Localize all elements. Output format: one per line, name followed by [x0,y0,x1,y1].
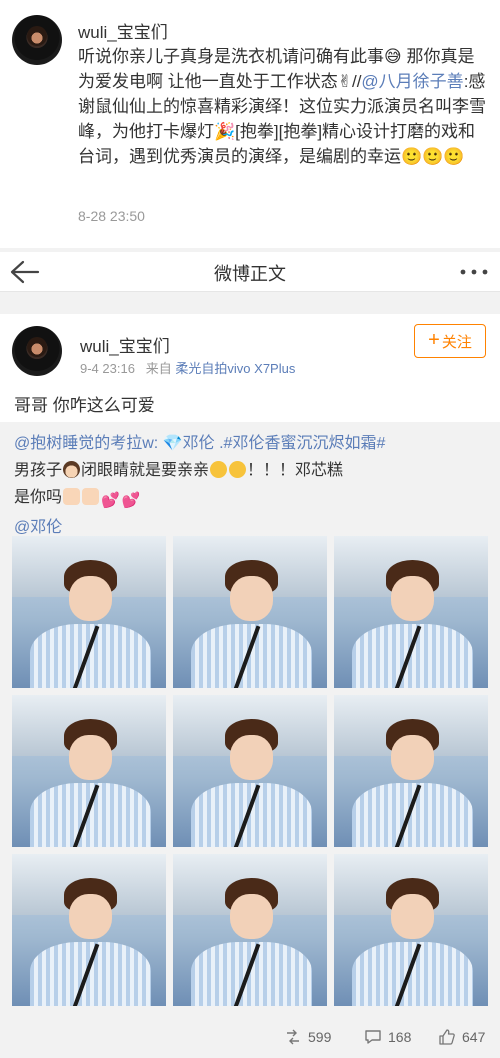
post-time: 9-4 23:16 [80,361,135,376]
post-text: 听说你亲儿子真身是洗衣机请问确有此事😅 那你真是为爱发电啊 让他一直处于工作状态… [78,44,488,169]
username[interactable]: wuli_宝宝们 [78,18,168,43]
photo-thumbnail[interactable] [12,695,166,847]
repost-button[interactable]: 599 [284,1028,331,1046]
mention-link[interactable]: @八月徐子善 [361,72,463,91]
photo-thumbnail[interactable] [173,536,327,688]
comment-count: 168 [388,1029,412,1045]
avatar[interactable] [12,326,62,376]
repost-text-part: 男孩子 [14,462,63,479]
avatar[interactable] [12,15,62,65]
ok-hand-emoji-icon [63,488,81,505]
repost-text-part: 是你吗 [14,489,63,506]
like-icon [439,1029,455,1045]
mention-link[interactable]: @邓伦 [14,519,62,536]
page-title: 微博正文 [214,264,286,284]
previous-post: wuli_宝宝们 听说你亲儿子真身是洗衣机请问确有此事😅 那你真是为爱发电啊 让… [0,0,500,248]
username[interactable]: wuli_宝宝们 [80,332,170,357]
like-button[interactable]: 647 [438,1028,485,1046]
photo-thumbnail[interactable] [12,536,166,688]
photo-grid [12,536,488,1006]
repost-text: @抱树睡觉的考拉w: 💎邓伦 .#邓伦香蜜沉沉烬如霜# 男孩子 闭眼睛就是要亲亲 ！… [14,430,490,541]
post-text: 哥哥 你咋这么可爱 [14,396,155,415]
repost-text-part: ！！！邓芯糕 [247,462,344,479]
follow-label: 关注 [441,333,472,351]
photo-thumbnail[interactable] [334,695,488,847]
source-prefix: 来自 [145,361,172,376]
more-icon[interactable] [456,260,492,284]
photo-thumbnail[interactable] [173,854,327,1006]
boy-emoji-icon [63,461,81,478]
plus-icon: + [428,329,440,351]
source-link[interactable]: 柔光自拍vivo X7Plus [175,361,295,376]
comment-button[interactable]: 168 [364,1028,411,1046]
repost-icon [287,1029,299,1045]
heart-emoji-icon: 💕 [101,492,120,509]
reposted-card[interactable]: @抱树睡觉的考拉w: 💎邓伦 .#邓伦香蜜沉沉烬如霜# 男孩子 闭眼睛就是要亲亲 ！… [0,422,500,1018]
comment-icon [365,1030,381,1044]
follow-button[interactable]: + 关注 [414,324,486,358]
photo-thumbnail[interactable] [173,695,327,847]
photo-thumbnail[interactable] [334,854,488,1006]
post-time: 8-28 23:50 [78,208,145,224]
heart-emoji-icon: 💕 [121,492,141,509]
repost-count: 599 [308,1029,332,1045]
ok-hand-emoji-icon [82,488,100,505]
photo-thumbnail[interactable] [12,854,166,1006]
post-meta: 9-4 23:16 来自 柔光自拍vivo X7Plus [80,358,295,377]
kiss-emoji-icon [210,461,228,478]
photo-thumbnail[interactable] [334,536,488,688]
topic-link[interactable]: .#邓伦香蜜沉沉烬如霜# [219,435,385,452]
navigation-bar: 微博正文 [0,252,500,292]
repost-text-part: 闭眼睛就是要亲亲 [81,462,210,479]
like-count: 647 [462,1029,486,1045]
author-mention[interactable]: @抱树睡觉的考拉w: [14,435,158,452]
action-bar: 599 168 647 [0,1018,500,1058]
mention-link[interactable]: 💎邓伦 [163,435,215,452]
kiss-emoji-icon [229,461,247,478]
post-header: wuli_宝宝们 9-4 23:16 来自 柔光自拍vivo X7Plus + … [0,314,500,384]
divider [0,292,500,314]
